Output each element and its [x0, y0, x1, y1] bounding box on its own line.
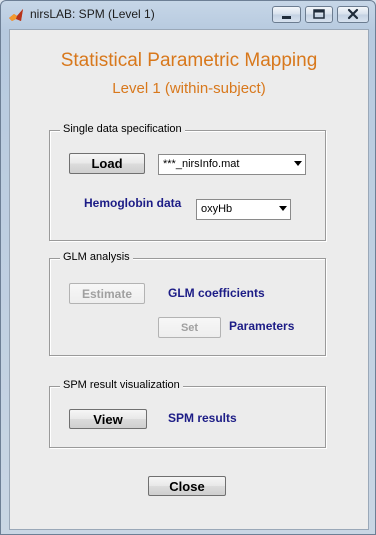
hemoglobin-select[interactable]: oxyHb	[196, 199, 291, 220]
close-icon	[347, 8, 359, 20]
minimize-icon	[282, 16, 291, 19]
dialog-body: Statistical Parametric Mapping Level 1 (…	[9, 29, 369, 530]
spm-visualization-legend: SPM result visualization	[60, 379, 183, 391]
maximize-button[interactable]	[305, 6, 333, 23]
page-subtitle: Level 1 (within-subject)	[112, 80, 266, 97]
load-button[interactable]: Load	[69, 153, 145, 174]
matlab-logo-icon	[9, 9, 23, 21]
minimize-button[interactable]	[272, 6, 301, 23]
close-button[interactable]: Close	[148, 476, 226, 496]
hemoglobin-label: Hemoglobin data	[84, 196, 182, 210]
page-title: Statistical Parametric Mapping	[60, 50, 318, 71]
maximize-icon	[313, 9, 325, 19]
parameters-label: Parameters	[229, 319, 295, 333]
set-button[interactable]: Set	[158, 317, 221, 338]
file-select-value: ***_nirsInfo.mat	[163, 158, 240, 170]
glm-coefficients-label: GLM coefficients	[168, 286, 265, 300]
hemoglobin-select-value: oxyHb	[201, 203, 233, 215]
single-data-panel: Single data specification Load ***_nirsI…	[49, 123, 326, 241]
chevron-down-icon	[294, 161, 302, 166]
spm-results-label: SPM results	[168, 411, 237, 425]
window-title: nirsLAB: SPM (Level 1)	[30, 7, 155, 21]
spm-visualization-panel: SPM result visualization View SPM result…	[49, 379, 326, 448]
glm-panel: GLM analysis Estimate GLM coefficients S…	[49, 251, 326, 356]
estimate-button[interactable]: Estimate	[69, 283, 145, 304]
chevron-down-icon	[279, 206, 287, 211]
app-window: nirsLAB: SPM (Level 1) Statistical Param…	[0, 0, 376, 535]
glm-legend: GLM analysis	[60, 251, 133, 263]
file-select[interactable]: ***_nirsInfo.mat	[158, 154, 306, 175]
close-window-button[interactable]	[337, 6, 369, 23]
title-bar[interactable]: nirsLAB: SPM (Level 1)	[1, 1, 375, 29]
single-data-legend: Single data specification	[60, 123, 185, 135]
view-button[interactable]: View	[69, 409, 147, 429]
